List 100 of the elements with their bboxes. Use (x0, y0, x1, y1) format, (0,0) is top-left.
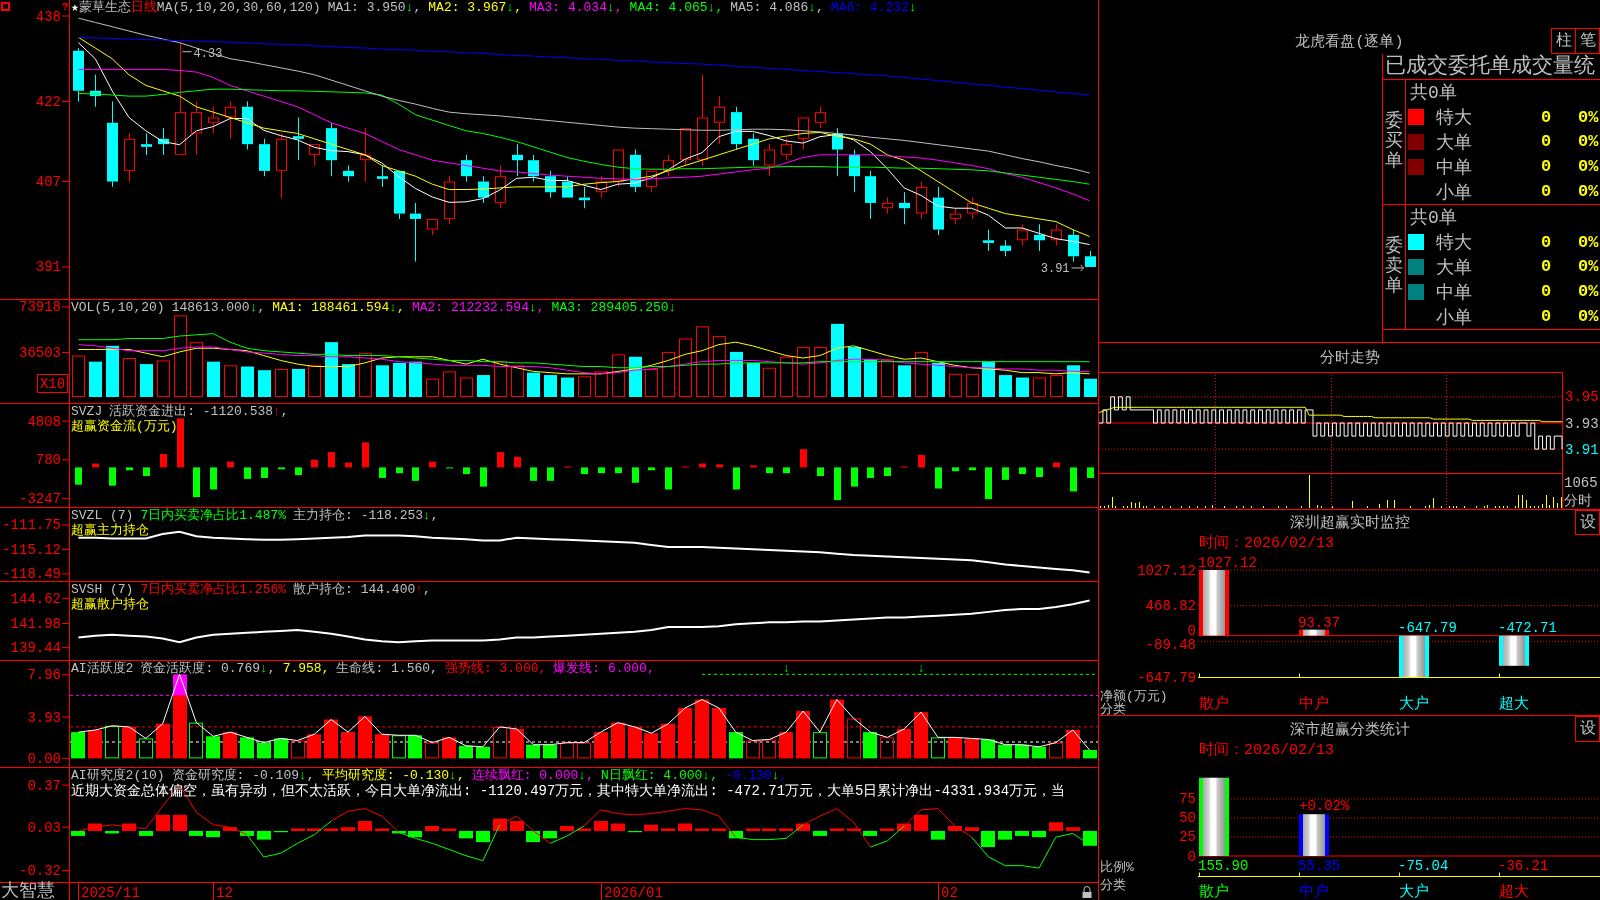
candle (545, 170, 556, 199)
bar-value-label: -472.71 (1498, 619, 1557, 636)
candle (259, 138, 270, 177)
y-tick-label: 3.93 (1565, 415, 1599, 432)
candle (360, 127, 371, 183)
trend-arrow: ↓, (771, 768, 788, 783)
panel-title: 分时走势 (1319, 348, 1380, 367)
category-bar (1499, 635, 1529, 666)
candle (781, 138, 792, 161)
candle (73, 47, 84, 102)
legend-value: MA2: 212232.594 (411, 300, 529, 315)
view-toggle-button[interactable]: 柱 (1551, 28, 1576, 54)
y-tick-label: 0 (1187, 848, 1196, 865)
axis-title: 分类 (1100, 877, 1126, 893)
y-tick-label: 3.93 (27, 709, 61, 726)
date-label: 时间：2026/02/13 (1199, 742, 1334, 760)
category-bar (1199, 570, 1229, 636)
trend-arrow: ↓, (506, 0, 522, 15)
order-count: 0 (1541, 282, 1552, 302)
period-label: 日线 (130, 0, 157, 15)
trend-arrow: ↓, (606, 0, 623, 15)
order-size-label: 中单 (1436, 156, 1472, 179)
signal-arrow: ↓ (917, 662, 925, 677)
candle (798, 116, 809, 150)
bar-value-label: -647.79 (1398, 619, 1457, 636)
settings-button[interactable]: 设 (1575, 716, 1600, 742)
candle (225, 100, 236, 140)
candle (714, 95, 725, 145)
candle (191, 100, 202, 156)
candle (1051, 223, 1062, 247)
side-label: 委买单 (1385, 112, 1403, 172)
candle (343, 165, 354, 183)
candle (141, 133, 152, 156)
order-share: 0% (1578, 157, 1599, 177)
category-label: 超大 (1499, 883, 1529, 900)
y-tick-label: 438 (35, 8, 61, 25)
candle (579, 186, 590, 209)
order-total: 共0单 (1409, 82, 1457, 105)
candle (967, 197, 978, 220)
candle (90, 74, 101, 108)
indicator-name: MA(5,10,20,30,60,120) (156, 0, 321, 15)
category-label: 大户 (1399, 695, 1429, 713)
trend-arrow: ↓, (423, 508, 439, 523)
help-mark: ? (62, 1, 69, 13)
category-bar (1299, 629, 1329, 636)
square-icon (1, 2, 10, 11)
trend-arrow: ↓ (908, 0, 917, 15)
candle (983, 229, 994, 252)
trend-arrow: ↓, (299, 768, 315, 783)
legend-value: N日飘红: 4.000 (600, 768, 703, 783)
trend-arrow: ↓, (707, 0, 724, 15)
view-toggle-button[interactable]: 笔 (1575, 28, 1600, 54)
annotation: 3.91 (1040, 261, 1070, 276)
order-size-label: 特大 (1436, 232, 1472, 255)
order-size-label: 大单 (1436, 257, 1472, 279)
legend-value: 活跃资金进出: -1120.538 (109, 404, 274, 419)
y-tick-label: 7.96 (27, 667, 61, 684)
date-tick-label: 12 (216, 885, 233, 900)
y-tick-label: 422 (35, 93, 61, 110)
axis-title: 比例% (1100, 860, 1134, 875)
trend-arrow: ↓ (668, 300, 677, 315)
y-tick-label: -115.12 (2, 541, 61, 558)
candle (865, 170, 876, 220)
bar-value-label: -75.04 (1398, 858, 1449, 874)
candle (461, 154, 472, 183)
legend-value: MA6: 4.232 (830, 0, 909, 15)
date-tick-label: 02 (941, 885, 958, 900)
order-size-label: 小单 (1436, 181, 1472, 204)
order-share: 0% (1578, 282, 1599, 302)
candle (731, 106, 742, 150)
y-tick-label: 407 (35, 174, 61, 191)
candle (242, 100, 253, 150)
order-share: 0% (1578, 107, 1599, 127)
order-share: 0% (1578, 257, 1599, 277)
indicator-name: SVZJ (71, 404, 103, 419)
order-count: 0 (1541, 157, 1552, 177)
trend-arrow: ↑, (415, 582, 431, 597)
volume-caption: 分时 (1564, 493, 1592, 509)
indicator-caption: 超赢资金流(万元) (71, 419, 178, 434)
indicator-caption: 超赢主力持仓 (71, 523, 149, 538)
bar-annotation: +0.02% (1299, 798, 1350, 815)
candle (663, 154, 674, 177)
candle (410, 202, 421, 263)
legend-value: MA3: 4.034 (528, 0, 607, 15)
category-label: 大户 (1399, 883, 1429, 900)
legend-value: MA2: 3.967 (428, 0, 507, 15)
settings-button[interactable]: 设 (1575, 510, 1600, 535)
order-size-label: 中单 (1436, 281, 1472, 304)
multiplier-badge: X10 (37, 374, 68, 393)
order-count: 0 (1541, 307, 1552, 327)
candle (916, 181, 927, 220)
bar-value-label: 93.37 (1298, 614, 1340, 631)
side-label: 委卖单 (1385, 237, 1403, 297)
candle (444, 175, 455, 225)
order-size-label: 特大 (1436, 107, 1472, 130)
trend-arrow: ↓, (808, 0, 824, 15)
indicator-name: SVZL (7) (71, 508, 134, 523)
order-count: 0 (1541, 257, 1552, 277)
indicator-name: AI研究度2(10) (71, 768, 165, 783)
candle (849, 149, 860, 193)
